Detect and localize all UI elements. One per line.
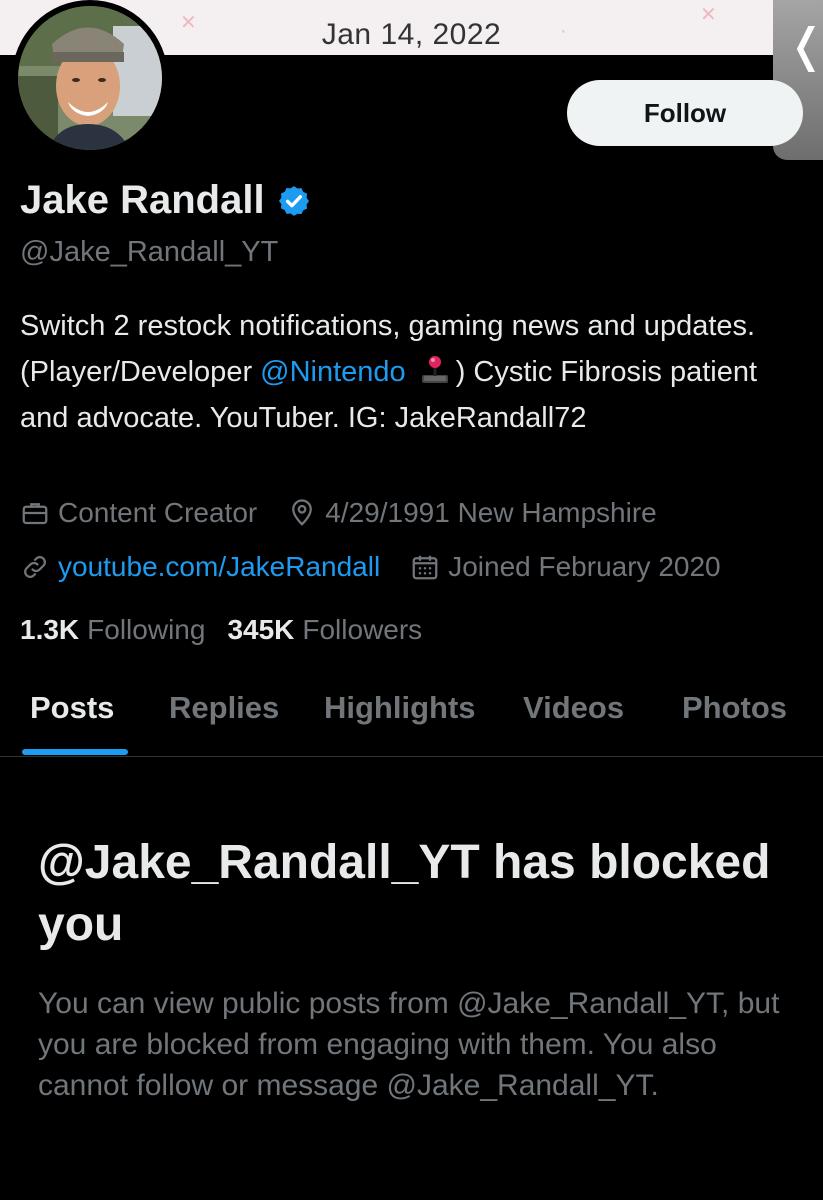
- location-pin-icon: [292, 499, 313, 526]
- blocked-message: You can view public posts from @Jake_Ran…: [38, 987, 780, 1102]
- profile-handle: @Jake_Randall_YT: [20, 236, 279, 268]
- chevron-left-icon: ❬: [787, 18, 823, 72]
- briefcase-icon: [22, 503, 48, 525]
- profile-meta-row: youtube.com/JakeRandall Joined February …: [20, 551, 721, 583]
- following-count: 1.3K: [20, 614, 80, 645]
- joystick-icon: [421, 356, 448, 383]
- tab-posts[interactable]: Posts: [30, 690, 114, 726]
- follow-button[interactable]: Follow: [567, 80, 803, 146]
- profile-meta-row: Content Creator 4/29/1991 New Hampshire: [20, 497, 657, 529]
- avatar-image: [18, 6, 162, 150]
- tab-photos[interactable]: Photos: [682, 690, 787, 726]
- website-link[interactable]: youtube.com/JakeRandall: [58, 551, 380, 583]
- verified-badge-icon[interactable]: [277, 184, 311, 218]
- category-text: Content Creator: [58, 497, 258, 528]
- tab-highlights[interactable]: Highlights: [324, 690, 476, 726]
- followers-count-link[interactable]: 345K Followers: [227, 614, 422, 646]
- profile-category: Content Creator: [20, 497, 257, 529]
- joined-text: Joined February 2020: [448, 551, 721, 582]
- profile-joined: Joined February 2020: [410, 551, 721, 583]
- calendar-icon: [412, 555, 438, 580]
- bio-mention-link[interactable]: @Nintendo: [260, 356, 406, 388]
- location-text: 4/29/1991 New Hampshire: [325, 497, 657, 528]
- tab-replies[interactable]: Replies: [169, 690, 279, 726]
- profile-tabs: Posts Replies Highlights Videos Photos: [0, 690, 823, 756]
- blocked-title: @Jake_Randall_YT has blocked you: [38, 836, 771, 951]
- following-label: Following: [87, 614, 206, 645]
- active-tab-indicator: [22, 749, 128, 755]
- profile-website[interactable]: youtube.com/JakeRandall: [20, 551, 380, 583]
- following-count-link[interactable]: 1.3K Following: [20, 614, 205, 646]
- profile-name: Jake Randall: [20, 178, 265, 222]
- followers-count: 345K: [227, 614, 295, 645]
- tab-videos[interactable]: Videos: [523, 690, 624, 726]
- tabs-divider: [0, 756, 823, 757]
- profile-bio: Switch 2 restock notifications, gaming n…: [20, 303, 810, 441]
- avatar[interactable]: [12, 0, 168, 156]
- profile-location: 4/29/1991 New Hampshire: [287, 497, 657, 529]
- follow-counts: 1.3K Following 345K Followers: [20, 614, 422, 646]
- followers-label: Followers: [302, 614, 423, 645]
- profile-name-row: Jake Randall: [20, 178, 311, 223]
- link-icon: [24, 556, 46, 578]
